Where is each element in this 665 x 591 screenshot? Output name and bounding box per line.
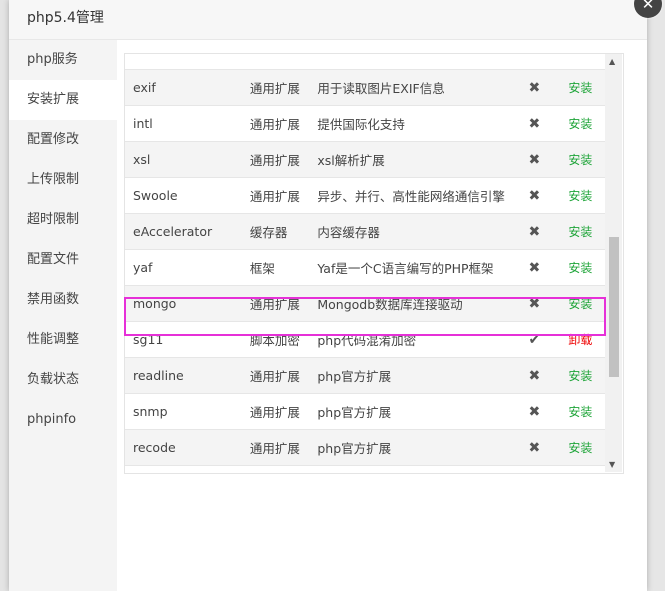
extension-name: snmp [125,393,249,430]
not-installed-x-icon: ✖ [512,357,556,394]
scroll-up-icon[interactable]: ▲ [609,57,615,66]
extension-description: 异步、并行、高性能网络通信引擎 [316,177,513,214]
extension-type: 脚本加密 [248,321,317,358]
table-row: sg11 脚本加密 php代码混淆加密 ✔ 卸载 [125,321,605,358]
extension-type: 通用扩展 [248,465,317,473]
table-row: readline 通用扩展 php官方扩展 ✖ 安装 [125,357,605,394]
extension-name: sg11 [125,321,249,358]
table-row: eAccelerator 缓存器 内容缓存器 ✖ 安装 [125,213,605,250]
table-row: intl 通用扩展 提供国际化支持 ✖ 安装 [125,105,605,142]
table-row: Swoole 通用扩展 异步、并行、高性能网络通信引擎 ✖ 安装 [125,177,605,214]
not-installed-x-icon: ✖ [512,141,556,178]
extension-description: 提供国际化支持 [316,105,513,142]
extension-name: recode [125,429,249,466]
table-row: enchant通用扩展php官方扩展✖安装 [125,465,605,473]
extension-description: xsl解析扩展 [316,141,513,178]
extension-description: php官方扩展 [316,465,513,473]
extension-description [316,54,513,70]
install-link[interactable]: 安装 [555,465,605,473]
sidebar-item-config-edit[interactable]: 配置修改 [9,120,117,160]
extension-description: php官方扩展 [316,429,513,466]
extensions-table: exif 通用扩展 用于读取图片EXIF信息 ✖ 安装 intl 通用扩展 提供国际化支持 ✖ 安… [125,54,605,473]
not-installed-x-icon: ✖ [512,393,556,430]
table-row: xsl 通用扩展 xsl解析扩展 ✖ 安装 [125,141,605,178]
extension-type: 通用扩展 [248,357,317,394]
table-row: mongo 通用扩展 Mongodb数据库连接驱动 ✖ 安装 [125,285,605,322]
not-installed-x-icon: ✖ [512,213,556,250]
scroll-thumb[interactable] [609,237,619,377]
sidebar-item-config-file[interactable]: 配置文件 [9,240,117,280]
table-row [125,54,605,70]
table-row: recode 通用扩展 php官方扩展 ✖ 安装 [125,429,605,466]
extension-name [125,54,249,70]
dialog-title: php5.4管理 [9,0,647,40]
sidebar-item-disabled-functions[interactable]: 禁用函数 [9,280,117,320]
extension-type: 通用扩展 [248,141,317,178]
extension-name: readline [125,357,249,394]
table-row: snmp 通用扩展 php官方扩展 ✖ 安装 [125,393,605,430]
extension-name: intl [125,105,249,142]
extension-description: php官方扩展 [316,357,513,394]
installed-check-icon: ✔ [512,321,556,358]
extension-type [248,54,317,70]
install-link[interactable]: 安装 [555,141,605,178]
background-page-right [647,0,665,591]
install-link[interactable]: 安装 [555,213,605,250]
table-row: exif 通用扩展 用于读取图片EXIF信息 ✖ 安装 [125,69,605,106]
sidebar-item-timeout-limit[interactable]: 超时限制 [9,200,117,240]
not-installed-x-icon [512,54,556,70]
scrollbar[interactable]: ▲ ▼ [605,54,622,472]
not-installed-x-icon: ✖ [512,249,556,286]
sidebar-item-load-status[interactable]: 负载状态 [9,360,117,400]
install-link[interactable]: 安装 [555,429,605,466]
sidebar-item-upload-limit[interactable]: 上传限制 [9,160,117,200]
extension-description: 用于读取图片EXIF信息 [316,69,513,106]
not-installed-x-icon: ✖ [512,105,556,142]
extension-type: 框架 [248,249,317,286]
extension-description: Mongodb数据库连接驱动 [316,285,513,322]
extension-name: yaf [125,249,249,286]
not-installed-x-icon: ✖ [512,69,556,106]
extension-description: 内容缓存器 [316,213,513,250]
table-row: yaf 框架 Yaf是一个C语言编写的PHP框架 ✖ 安装 [125,249,605,286]
extension-name: eAccelerator [125,213,249,250]
not-installed-x-icon: ✖ [512,285,556,322]
install-link[interactable] [555,54,605,70]
install-link[interactable]: 安装 [555,177,605,214]
not-installed-x-icon: ✖ [512,429,556,466]
sidebar-item-performance[interactable]: 性能调整 [9,320,117,360]
uninstall-link[interactable]: 卸载 [555,321,605,358]
extension-type: 通用扩展 [248,393,317,430]
install-link[interactable]: 安装 [555,393,605,430]
extension-type: 通用扩展 [248,105,317,142]
install-link[interactable]: 安装 [555,105,605,142]
sidebar-item-phpinfo[interactable]: phpinfo [9,400,117,440]
extension-description: Yaf是一个C语言编写的PHP框架 [316,249,513,286]
sidebar-item-install-extensions[interactable]: 安装扩展 [9,80,117,120]
sidebar: php服务 安装扩展 配置修改 上传限制 超时限制 配置文件 禁用函数 性能调整… [9,40,117,591]
extension-type: 通用扩展 [248,429,317,466]
extension-name: Swoole [125,177,249,214]
extension-name: exif [125,69,249,106]
extension-name: xsl [125,141,249,178]
extension-name: mongo [125,285,249,322]
sidebar-item-php-service[interactable]: php服务 [9,40,117,80]
install-link[interactable]: 安装 [555,285,605,322]
install-link[interactable]: 安装 [555,69,605,106]
extension-description: php官方扩展 [316,393,513,430]
extension-name: enchant [125,465,249,473]
install-link[interactable]: 安装 [555,249,605,286]
not-installed-x-icon: ✖ [512,177,556,214]
extension-type: 缓存器 [248,213,317,250]
not-installed-x-icon: ✖ [512,465,556,473]
extension-type: 通用扩展 [248,177,317,214]
extension-type: 通用扩展 [248,285,317,322]
install-link[interactable]: 安装 [555,357,605,394]
scroll-down-icon[interactable]: ▼ [609,460,615,469]
extensions-table-panel: exif 通用扩展 用于读取图片EXIF信息 ✖ 安装 intl 通用扩展 提供国际化支持 ✖ 安… [124,53,624,474]
extension-type: 通用扩展 [248,69,317,106]
extension-description: php代码混淆加密 [316,321,513,358]
